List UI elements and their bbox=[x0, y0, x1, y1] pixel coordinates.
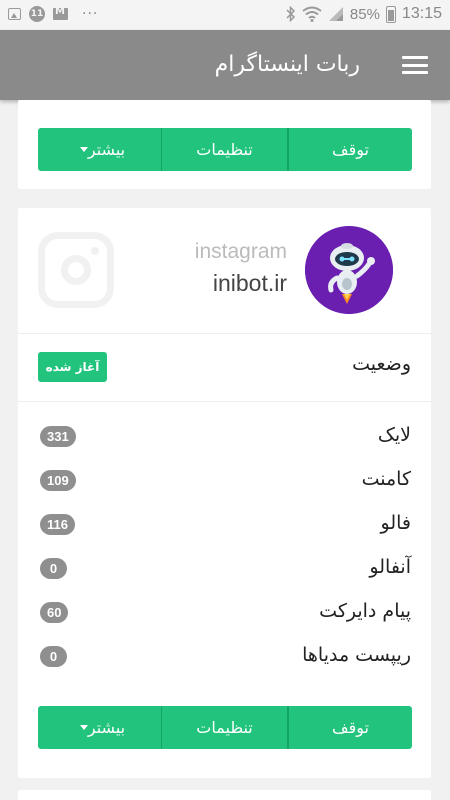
platform-name: instagram bbox=[194, 240, 287, 263]
stat-count-badge: 109 bbox=[40, 470, 76, 491]
caret-down-icon bbox=[79, 147, 88, 152]
stat-label: ریپست مدیاها bbox=[302, 644, 411, 666]
settings-button[interactable]: تنظیمات bbox=[162, 706, 288, 749]
more-button[interactable]: بیشتر bbox=[38, 706, 162, 749]
hamburger-menu-icon[interactable] bbox=[402, 56, 428, 74]
stat-count-badge: 331 bbox=[40, 426, 76, 447]
action-button-bar: بیشتر تنظیمات توقف bbox=[38, 128, 430, 171]
stat-count-badge: 0 bbox=[40, 558, 67, 579]
stat-row-media-reposts: ریپست مدیاها 0 bbox=[18, 644, 431, 674]
stat-label: آنفالو bbox=[369, 556, 411, 578]
stat-label: پیام دایرکت bbox=[319, 600, 411, 622]
stop-button[interactable]: توقف bbox=[288, 128, 412, 171]
stat-row-follows: فالو 116 bbox=[18, 512, 431, 542]
mail-icon bbox=[53, 6, 68, 20]
stat-label: لایک bbox=[377, 424, 411, 446]
instagram-logo-icon bbox=[38, 232, 114, 308]
app-title: ربات اینستاگرام bbox=[214, 52, 360, 77]
stat-label: کامنت bbox=[361, 468, 411, 490]
account-card: instagram inibot.ir وضعیت آغاز شده لایک … bbox=[18, 208, 431, 778]
more-button[interactable]: بیشتر bbox=[38, 128, 162, 171]
signal-icon bbox=[328, 7, 343, 21]
bluetooth-icon bbox=[286, 6, 295, 22]
notification-circle-icon: 11 bbox=[29, 6, 45, 22]
battery-charging-icon bbox=[385, 5, 396, 23]
stat-count-badge: 60 bbox=[40, 602, 69, 623]
settings-button[interactable]: تنظیمات bbox=[162, 128, 288, 171]
stop-button[interactable]: توقف bbox=[288, 706, 412, 749]
action-button-bar: بیشتر تنظیمات توقف bbox=[38, 706, 430, 749]
divider bbox=[18, 401, 431, 402]
account-card-previous: بیشتر تنظیمات توقف bbox=[18, 100, 431, 189]
stat-row-comments: کامنت 109 bbox=[18, 468, 431, 498]
stat-label: فالو bbox=[380, 512, 411, 534]
stat-count-badge: 116 bbox=[40, 514, 75, 535]
stat-row-unfollows: آنفالو 0 bbox=[18, 556, 431, 586]
clock: 13:15 bbox=[401, 5, 442, 22]
divider bbox=[18, 333, 431, 334]
image-icon bbox=[8, 8, 21, 20]
stat-row-likes: لایک 331 bbox=[18, 424, 431, 454]
avatar[interactable] bbox=[305, 226, 393, 314]
battery-percent: 85% bbox=[349, 5, 380, 23]
app-bar: ربات اینستاگرام bbox=[0, 30, 450, 100]
status-bar: 11 ··· 85% 13:15 bbox=[0, 0, 450, 30]
account-card-next bbox=[18, 790, 431, 800]
status-badge: آغاز شده bbox=[38, 352, 107, 382]
caret-down-icon bbox=[79, 725, 88, 730]
stat-row-direct-messages: پیام دایرکت 60 bbox=[18, 600, 431, 630]
status-label: وضعیت bbox=[352, 353, 411, 375]
account-username: inibot.ir bbox=[212, 270, 287, 296]
robot-mascot-icon bbox=[305, 226, 393, 314]
wifi-icon bbox=[302, 6, 322, 22]
more-dots-icon: ··· bbox=[82, 6, 99, 22]
stat-count-badge: 0 bbox=[40, 646, 67, 667]
